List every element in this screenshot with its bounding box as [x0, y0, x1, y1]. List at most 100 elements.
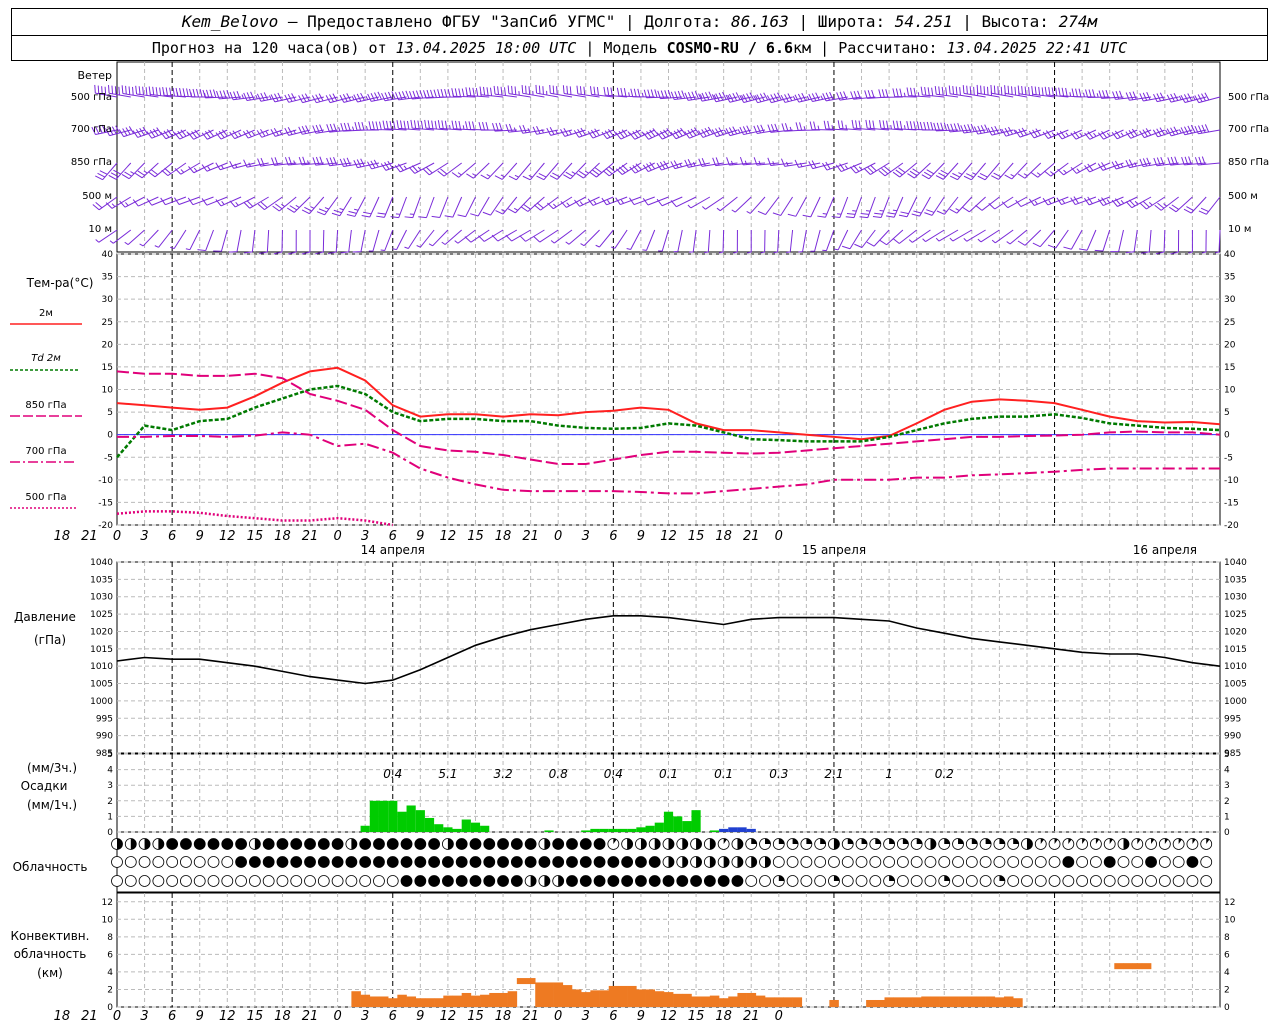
wind-barb [977, 162, 1000, 181]
wind-level-label: 500 гПа [71, 92, 112, 103]
cloud-cover-circle [869, 875, 882, 887]
cloud-cover-fill [663, 875, 674, 887]
wind-barb [532, 125, 559, 135]
cloud-cover-circle [896, 875, 909, 887]
precip-bar [663, 811, 674, 832]
wind-barb [973, 124, 1000, 135]
precip-bar [461, 819, 471, 832]
wind-barb [739, 92, 766, 104]
y-tick-label-right: 1030 [1224, 593, 1247, 603]
pressure-panel-unit: (гПа) [34, 633, 66, 647]
y-tick-label: 20 [102, 340, 114, 350]
wind-barb [725, 92, 752, 103]
wind-barb [121, 162, 145, 180]
y-tick-label: 990 [96, 732, 113, 742]
convective-bar [866, 999, 876, 1007]
cloud-cover-circle [952, 856, 964, 868]
wind-barb [315, 229, 325, 255]
cloud-cover-circle [262, 875, 275, 887]
precip-bar [673, 816, 683, 832]
wind-barb [507, 85, 531, 98]
cloud-cover-fill [530, 875, 537, 887]
cloud-cover-circle [1034, 856, 1047, 868]
x-tick-label: 9 [416, 529, 424, 544]
convective-bar [489, 992, 499, 1007]
cloud-cover-circle [910, 856, 923, 868]
wind-barb [747, 229, 752, 254]
wind-barb [228, 229, 242, 253]
cloud-cover-fill [580, 856, 592, 868]
wind-barb [689, 229, 697, 253]
convective-bar [443, 995, 453, 1007]
cloud-cover-fill [875, 838, 881, 844]
wind-barb [711, 91, 738, 103]
x-tick-label: 21 [81, 529, 98, 544]
cloud-cover-fill [483, 838, 495, 850]
y-tick-label-right: 20 [1224, 340, 1236, 350]
cloud-cover-fill [483, 875, 495, 887]
cloud-cover-circle [1090, 856, 1102, 868]
wind-barb [656, 196, 683, 207]
convective-bar [424, 998, 435, 1007]
convective-bar [434, 998, 444, 1007]
wind-barb [549, 162, 573, 180]
cloud-cover-circle [924, 856, 937, 868]
convective-bar [516, 978, 527, 985]
convective-bar [1114, 963, 1124, 970]
cloud-cover-fill [511, 875, 523, 887]
cloud-cover-fill [649, 875, 661, 887]
cloud-cover-fill [696, 856, 702, 868]
cloud-cover-fill [428, 856, 440, 868]
x-tick-label: 12 [660, 529, 677, 544]
date-label: 15 апреля [802, 543, 866, 557]
wind-barb [1201, 229, 1207, 254]
x-tick-label: 0 [113, 529, 121, 544]
wind-barb [670, 196, 697, 208]
convective-unit: (км) [37, 966, 63, 980]
convective-bar [452, 995, 462, 1007]
convective-bar [415, 998, 426, 1007]
cloud-cover-circle [331, 875, 344, 887]
wind-barb [493, 85, 517, 98]
wind-barb [963, 162, 986, 181]
x-tick-label-bottom: 21 [81, 1009, 98, 1024]
cloud-cover-fill [751, 838, 757, 844]
wind-barb [505, 229, 531, 242]
wind-barb [519, 229, 545, 242]
cloud-cover-fill [889, 838, 895, 844]
wind-barb [242, 129, 269, 139]
cloud-cover-circle [248, 875, 261, 887]
wind-barb [243, 196, 269, 209]
x-tick-label-bottom: 21 [302, 1009, 319, 1024]
wind-barb [1125, 229, 1138, 254]
wind-barb [480, 162, 504, 180]
wind-barb [451, 120, 476, 131]
convective-bar [406, 996, 417, 1007]
wind-barb [272, 196, 297, 212]
cloud-cover-fill [552, 838, 564, 850]
cloud-cover-fill [166, 838, 178, 850]
wind-barb [704, 229, 711, 254]
wind-barb [907, 162, 931, 179]
cloud-cover-circle [952, 875, 964, 887]
cloud-cover-circle [221, 856, 234, 868]
wind-barb [603, 86, 628, 98]
convective-bar [562, 985, 573, 1007]
wind-level-label-right: 850 гПа [1228, 157, 1269, 168]
precip-unit-1h: (мм/1ч.) [27, 798, 77, 812]
wind-barb [773, 229, 780, 254]
x-tick-label-bottom: 0 [113, 1009, 121, 1024]
cloud-cover-fill [544, 875, 550, 887]
convective-bar [654, 991, 665, 1007]
meteogram: 0.4 5.1 3.2 0.8 0.4 0.1 0.1 0.3 2.1 1 0.2 -20 -20 -1… [10, 61, 1269, 1024]
cloud-cover-circle [1145, 875, 1157, 887]
convective-bar [369, 996, 380, 1007]
cloud-cover-circle [1076, 875, 1089, 887]
wind-barb [962, 85, 986, 98]
wind-barb [1047, 229, 1069, 249]
wind-barb [392, 229, 407, 251]
y-tick-label-right: 5 [1224, 750, 1230, 760]
cloud-cover-circle [910, 875, 923, 887]
cloud-cover-fill [511, 838, 523, 850]
wind-barb [185, 229, 201, 251]
